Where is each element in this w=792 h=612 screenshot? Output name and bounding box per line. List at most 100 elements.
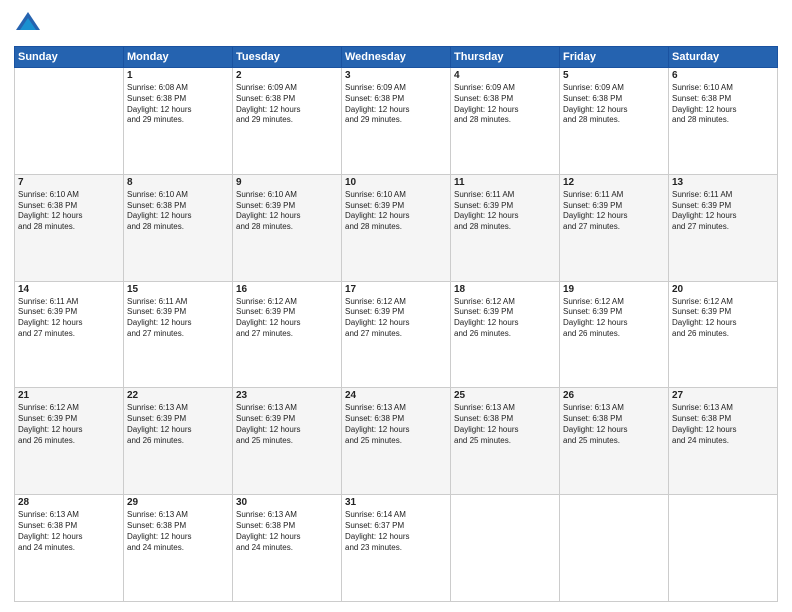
calendar-cell: 25 Sunrise: 6:13 AMSunset: 6:38 PMDayligh… — [451, 388, 560, 495]
day-info: Sunrise: 6:13 AMSunset: 6:38 PMDaylight:… — [18, 510, 120, 553]
calendar-cell: 10Sunrise: 6:10 AMSunset: 6:39 PMDayligh… — [342, 174, 451, 281]
weekday-header-tuesday: Tuesday — [233, 47, 342, 68]
calendar-cell: 19 Sunrise: 6:12 AMSunset: 6:39 PMDayligh… — [560, 281, 669, 388]
day-info: Sunrise: 6:11 AMSunset: 6:39 PMDaylight:… — [672, 190, 774, 233]
week-row-5: 28 Sunrise: 6:13 AMSunset: 6:38 PMDayligh… — [15, 495, 778, 602]
day-number: 13 — [672, 177, 774, 188]
page: SundayMondayTuesdayWednesdayThursdayFrid… — [0, 0, 792, 612]
day-info: Sunrise: 6:11 AMSunset: 6:39 PMDaylight:… — [18, 297, 120, 340]
day-info: Sunrise: 6:13 AMSunset: 6:38 PMDaylight:… — [236, 510, 338, 553]
day-number: 11 — [454, 177, 556, 188]
day-info: Sunrise: 6:11 AMSunset: 6:39 PMDaylight:… — [563, 190, 665, 233]
calendar-cell: 22Sunrise: 6:13 AMSunset: 6:39 PMDayligh… — [124, 388, 233, 495]
day-number: 30 — [236, 497, 338, 508]
calendar-cell: 3Sunrise: 6:09 AMSunset: 6:38 PMDaylight… — [342, 68, 451, 175]
weekday-header-sunday: Sunday — [15, 47, 124, 68]
calendar-cell: 15 Sunrise: 6:11 AMSunset: 6:39 PMDayligh… — [124, 281, 233, 388]
week-row-3: 14Sunrise: 6:11 AMSunset: 6:39 PMDayligh… — [15, 281, 778, 388]
day-info: Sunrise: 6:12 AMSunset: 6:39 PMDaylight:… — [454, 297, 556, 340]
calendar-cell: 9 Sunrise: 6:10 AMSunset: 6:39 PMDaylight… — [233, 174, 342, 281]
calendar-cell: 21 Sunrise: 6:12 AMSunset: 6:39 PMDayligh… — [15, 388, 124, 495]
weekday-header-friday: Friday — [560, 47, 669, 68]
day-number: 16 — [236, 284, 338, 295]
day-number: 31 — [345, 497, 447, 508]
day-info: Sunrise: 6:10 AMSunset: 6:38 PMDaylight:… — [672, 83, 774, 126]
day-number: 27 — [672, 390, 774, 401]
day-info: Sunrise: 6:08 AMSunset: 6:38 PMDaylight:… — [127, 83, 229, 126]
day-info: Sunrise: 6:13 AMSunset: 6:38 PMDaylight:… — [672, 403, 774, 446]
day-number: 18 — [454, 284, 556, 295]
calendar-cell: 8 Sunrise: 6:10 AMSunset: 6:38 PMDaylight… — [124, 174, 233, 281]
calendar-cell — [560, 495, 669, 602]
day-number: 19 — [563, 284, 665, 295]
header — [14, 10, 778, 38]
day-number: 8 — [127, 177, 229, 188]
day-info: Sunrise: 6:09 AMSunset: 6:38 PMDaylight:… — [454, 83, 556, 126]
calendar-cell: 5 Sunrise: 6:09 AMSunset: 6:38 PMDaylight… — [560, 68, 669, 175]
day-info: Sunrise: 6:12 AMSunset: 6:39 PMDaylight:… — [672, 297, 774, 340]
day-number: 23 — [236, 390, 338, 401]
day-number: 15 — [127, 284, 229, 295]
day-number: 21 — [18, 390, 120, 401]
day-number: 25 — [454, 390, 556, 401]
calendar-cell: 30 Sunrise: 6:13 AMSunset: 6:38 PMDayligh… — [233, 495, 342, 602]
calendar-cell — [15, 68, 124, 175]
day-info: Sunrise: 6:14 AMSunset: 6:37 PMDaylight:… — [345, 510, 447, 553]
day-info: Sunrise: 6:10 AMSunset: 6:38 PMDaylight:… — [127, 190, 229, 233]
day-info: Sunrise: 6:10 AMSunset: 6:39 PMDaylight:… — [236, 190, 338, 233]
calendar-cell: 24 Sunrise: 6:13 AMSunset: 6:38 PMDayligh… — [342, 388, 451, 495]
day-info: Sunrise: 6:13 AMSunset: 6:39 PMDaylight:… — [236, 403, 338, 446]
day-info: Sunrise: 6:13 AMSunset: 6:38 PMDaylight:… — [454, 403, 556, 446]
day-number: 22 — [127, 390, 229, 401]
week-row-4: 21 Sunrise: 6:12 AMSunset: 6:39 PMDayligh… — [15, 388, 778, 495]
day-info: Sunrise: 6:13 AMSunset: 6:38 PMDaylight:… — [127, 510, 229, 553]
day-number: 20 — [672, 284, 774, 295]
weekday-header-saturday: Saturday — [669, 47, 778, 68]
day-number: 3 — [345, 70, 447, 81]
day-number: 2 — [236, 70, 338, 81]
calendar-cell — [669, 495, 778, 602]
day-info: Sunrise: 6:09 AMSunset: 6:38 PMDaylight:… — [236, 83, 338, 126]
calendar-cell: 17Sunrise: 6:12 AMSunset: 6:39 PMDayligh… — [342, 281, 451, 388]
calendar-table: SundayMondayTuesdayWednesdayThursdayFrid… — [14, 46, 778, 602]
day-number: 7 — [18, 177, 120, 188]
day-info: Sunrise: 6:11 AMSunset: 6:39 PMDaylight:… — [454, 190, 556, 233]
day-number: 12 — [563, 177, 665, 188]
logo-icon — [14, 10, 42, 38]
calendar-cell: 14Sunrise: 6:11 AMSunset: 6:39 PMDayligh… — [15, 281, 124, 388]
week-row-2: 7 Sunrise: 6:10 AMSunset: 6:38 PMDaylight… — [15, 174, 778, 281]
day-number: 24 — [345, 390, 447, 401]
day-number: 29 — [127, 497, 229, 508]
day-info: Sunrise: 6:11 AMSunset: 6:39 PMDaylight:… — [127, 297, 229, 340]
day-info: Sunrise: 6:12 AMSunset: 6:39 PMDaylight:… — [563, 297, 665, 340]
calendar-cell: 26Sunrise: 6:13 AMSunset: 6:38 PMDayligh… — [560, 388, 669, 495]
calendar-cell: 12 Sunrise: 6:11 AMSunset: 6:39 PMDayligh… — [560, 174, 669, 281]
day-number: 5 — [563, 70, 665, 81]
calendar-cell: 28 Sunrise: 6:13 AMSunset: 6:38 PMDayligh… — [15, 495, 124, 602]
day-info: Sunrise: 6:10 AMSunset: 6:38 PMDaylight:… — [18, 190, 120, 233]
calendar-cell: 7 Sunrise: 6:10 AMSunset: 6:38 PMDaylight… — [15, 174, 124, 281]
calendar-cell: 18 Sunrise: 6:12 AMSunset: 6:39 PMDayligh… — [451, 281, 560, 388]
day-number: 6 — [672, 70, 774, 81]
calendar-cell: 2 Sunrise: 6:09 AMSunset: 6:38 PMDaylight… — [233, 68, 342, 175]
day-info: Sunrise: 6:12 AMSunset: 6:39 PMDaylight:… — [18, 403, 120, 446]
calendar-cell: 11 Sunrise: 6:11 AMSunset: 6:39 PMDayligh… — [451, 174, 560, 281]
weekday-header-monday: Monday — [124, 47, 233, 68]
calendar-cell: 20 Sunrise: 6:12 AMSunset: 6:39 PMDayligh… — [669, 281, 778, 388]
day-number: 28 — [18, 497, 120, 508]
calendar-cell: 1 Sunrise: 6:08 AMSunset: 6:38 PMDaylight… — [124, 68, 233, 175]
week-row-1: 1 Sunrise: 6:08 AMSunset: 6:38 PMDaylight… — [15, 68, 778, 175]
calendar-cell — [451, 495, 560, 602]
calendar-cell: 6 Sunrise: 6:10 AMSunset: 6:38 PMDaylight… — [669, 68, 778, 175]
day-info: Sunrise: 6:09 AMSunset: 6:38 PMDaylight:… — [563, 83, 665, 126]
calendar-cell: 4 Sunrise: 6:09 AMSunset: 6:38 PMDaylight… — [451, 68, 560, 175]
day-number: 1 — [127, 70, 229, 81]
day-info: Sunrise: 6:10 AMSunset: 6:39 PMDaylight:… — [345, 190, 447, 233]
day-info: Sunrise: 6:12 AMSunset: 6:39 PMDaylight:… — [345, 297, 447, 340]
day-number: 9 — [236, 177, 338, 188]
day-info: Sunrise: 6:13 AMSunset: 6:38 PMDaylight:… — [563, 403, 665, 446]
weekday-header-wednesday: Wednesday — [342, 47, 451, 68]
calendar-cell: 31 Sunrise: 6:14 AMSunset: 6:37 PMDayligh… — [342, 495, 451, 602]
day-info: Sunrise: 6:13 AMSunset: 6:38 PMDaylight:… — [345, 403, 447, 446]
day-number: 4 — [454, 70, 556, 81]
